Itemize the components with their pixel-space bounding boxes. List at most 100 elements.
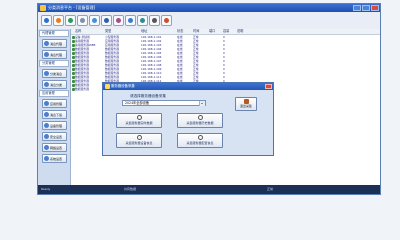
- close-button[interactable]: [371, 5, 379, 11]
- sidebar-item[interactable]: 安全设置: [42, 132, 67, 141]
- column-header[interactable]: 说明: [237, 29, 277, 34]
- sidebar-group-header[interactable]: 分类管理: [39, 60, 69, 67]
- grid-icon: [92, 18, 97, 23]
- collect-realtime-label: 采集服务器实时数据: [125, 121, 153, 125]
- collect-config-button[interactable]: 采集服务器配置信息: [177, 133, 223, 148]
- column-header[interactable]: 时间: [193, 29, 209, 34]
- clock-icon: [136, 115, 142, 120]
- exit-collect-button[interactable]: 退出采集: [235, 97, 257, 111]
- title-bar: 分类消息平台 - [设备管理]: [38, 4, 380, 12]
- table-cell: 数据服务器: [75, 87, 89, 91]
- toolbar-device-button[interactable]: [113, 15, 124, 26]
- refresh-icon: [56, 18, 61, 23]
- sidebar-item[interactable]: 分类消息: [42, 69, 67, 78]
- sidebar-item-label: 分类消息: [50, 71, 63, 76]
- column-header[interactable]: 端口: [209, 29, 223, 34]
- device-icon: [136, 135, 142, 140]
- sidebar-item-icon: [44, 82, 49, 87]
- dialog-label: 请选择服务器设备采集: [130, 94, 166, 98]
- collect-device-info-button[interactable]: 采集服务器设备信息: [116, 133, 162, 148]
- sidebar-item-label: 设备管理: [50, 123, 63, 128]
- device-select-value: 2024年全部设备: [125, 101, 150, 105]
- sidebar-group: 分类管理分类消息消息分类: [39, 60, 69, 89]
- sidebar-group: 代理管理 消息代理 消息代理: [39, 30, 69, 59]
- status-bar: Ready 共有数据 正常: [38, 185, 380, 194]
- status-left: Ready: [41, 187, 51, 191]
- sidebar-item-label: 消息分类: [50, 82, 63, 87]
- sidebar-item[interactable]: 消息代理: [42, 50, 67, 59]
- column-header[interactable]: 名称: [75, 29, 105, 34]
- status-right: 正常: [267, 187, 274, 191]
- toolbar-grid-button[interactable]: [89, 15, 100, 26]
- toolbar-network-button[interactable]: [65, 15, 76, 26]
- toolbar-user-button[interactable]: [125, 15, 136, 26]
- chevron-down-icon[interactable]: [199, 101, 205, 106]
- collect-history-button[interactable]: 采集服务器历史数据: [177, 113, 223, 128]
- history-icon: [197, 115, 203, 120]
- column-header[interactable]: 地址: [141, 29, 177, 34]
- sidebar-item-icon: [44, 123, 49, 128]
- app-icon: [40, 5, 46, 11]
- network-icon: [68, 18, 73, 23]
- sidebar-item[interactable]: 消息代理: [42, 39, 67, 48]
- collect-config-label: 采集服务器配置信息: [186, 141, 214, 145]
- status-middle: 共有数据: [124, 187, 137, 191]
- toolbar-save-button[interactable]: [41, 15, 52, 26]
- column-header[interactable]: 类型: [105, 29, 141, 34]
- sidebar-item-label: 消息代理: [50, 52, 63, 57]
- sidebar-item-icon: [44, 156, 49, 161]
- sidebar-item-icon: [44, 101, 49, 106]
- chart-icon: [140, 18, 145, 23]
- sidebar-item[interactable]: 消息分类: [42, 80, 67, 89]
- sidebar-item-icon: [44, 134, 49, 139]
- sidebar-item[interactable]: 设备管理: [42, 121, 67, 130]
- toolbar-chart-button[interactable]: [137, 15, 148, 26]
- sidebar-item-label: 网络设置: [50, 145, 63, 150]
- sidebar-item-label: 安全设置: [50, 134, 63, 139]
- list-icon: [104, 18, 109, 23]
- column-header[interactable]: 状态: [177, 29, 193, 34]
- sidebar-item-icon: [44, 41, 49, 46]
- toolbar-exit-button[interactable]: [161, 15, 172, 26]
- collect-realtime-button[interactable]: 采集服务器实时数据: [116, 113, 162, 128]
- dialog-title-bar: 服务器设备采集: [103, 83, 273, 90]
- collect-device-info-label: 采集服务器设备信息: [125, 141, 153, 145]
- column-header[interactable]: 容量: [223, 29, 237, 34]
- maximize-button[interactable]: [362, 5, 370, 11]
- sidebar: 代理管理 消息代理 消息代理 分类管理 分类消息 消息分类 应用管理 应用管理 消息下载 设备管理…: [38, 29, 71, 187]
- save-icon: [44, 18, 49, 23]
- minimize-button[interactable]: [353, 5, 361, 11]
- sidebar-item-label: 系统设置: [50, 156, 63, 161]
- dialog-close-button[interactable]: [265, 84, 272, 89]
- sidebar-item-icon: [44, 112, 49, 117]
- sidebar-group-header[interactable]: 应用管理: [39, 90, 69, 97]
- sidebar-item-icon: [44, 71, 49, 76]
- config-icon: [197, 135, 203, 140]
- dialog-icon: [105, 84, 110, 89]
- sidebar-item-label: 应用管理: [50, 101, 63, 106]
- sidebar-group-header[interactable]: 代理管理: [39, 30, 69, 37]
- sidebar-item-icon: [44, 52, 49, 57]
- toolbar-refresh-button[interactable]: [53, 15, 64, 26]
- exit-icon: [164, 18, 169, 23]
- dialog-title: 服务器设备采集: [111, 84, 135, 88]
- gear-icon: [152, 18, 157, 23]
- sidebar-item-icon: [44, 145, 49, 150]
- device-select[interactable]: 2024年全部设备: [122, 100, 206, 106]
- exit-collect-label: 退出采集: [239, 104, 252, 108]
- sidebar-item[interactable]: 消息下载: [42, 110, 67, 119]
- sidebar-item[interactable]: 系统设置: [42, 154, 67, 163]
- sidebar-item-label: 消息下载: [50, 112, 63, 117]
- toolbar-search-button[interactable]: [77, 15, 88, 26]
- sidebar-item[interactable]: 应用管理: [42, 99, 67, 108]
- window-title: 分类消息平台 - [设备管理]: [48, 5, 96, 10]
- user-icon: [128, 18, 133, 23]
- sidebar-group: 应用管理 应用管理 消息下载 设备管理 安全设置 网络设置 系统设置: [39, 90, 69, 163]
- sidebar-item[interactable]: 网络设置: [42, 143, 67, 152]
- sidebar-item-label: 消息代理: [50, 41, 63, 46]
- window-controls: [353, 5, 379, 11]
- collect-dialog: 服务器设备采集 请选择服务器设备采集 2024年全部设备 退出采集 采集服务器实…: [102, 82, 274, 156]
- collect-history-label: 采集服务器历史数据: [186, 121, 214, 125]
- toolbar-list-button[interactable]: [101, 15, 112, 26]
- toolbar-settings-button[interactable]: [149, 15, 160, 26]
